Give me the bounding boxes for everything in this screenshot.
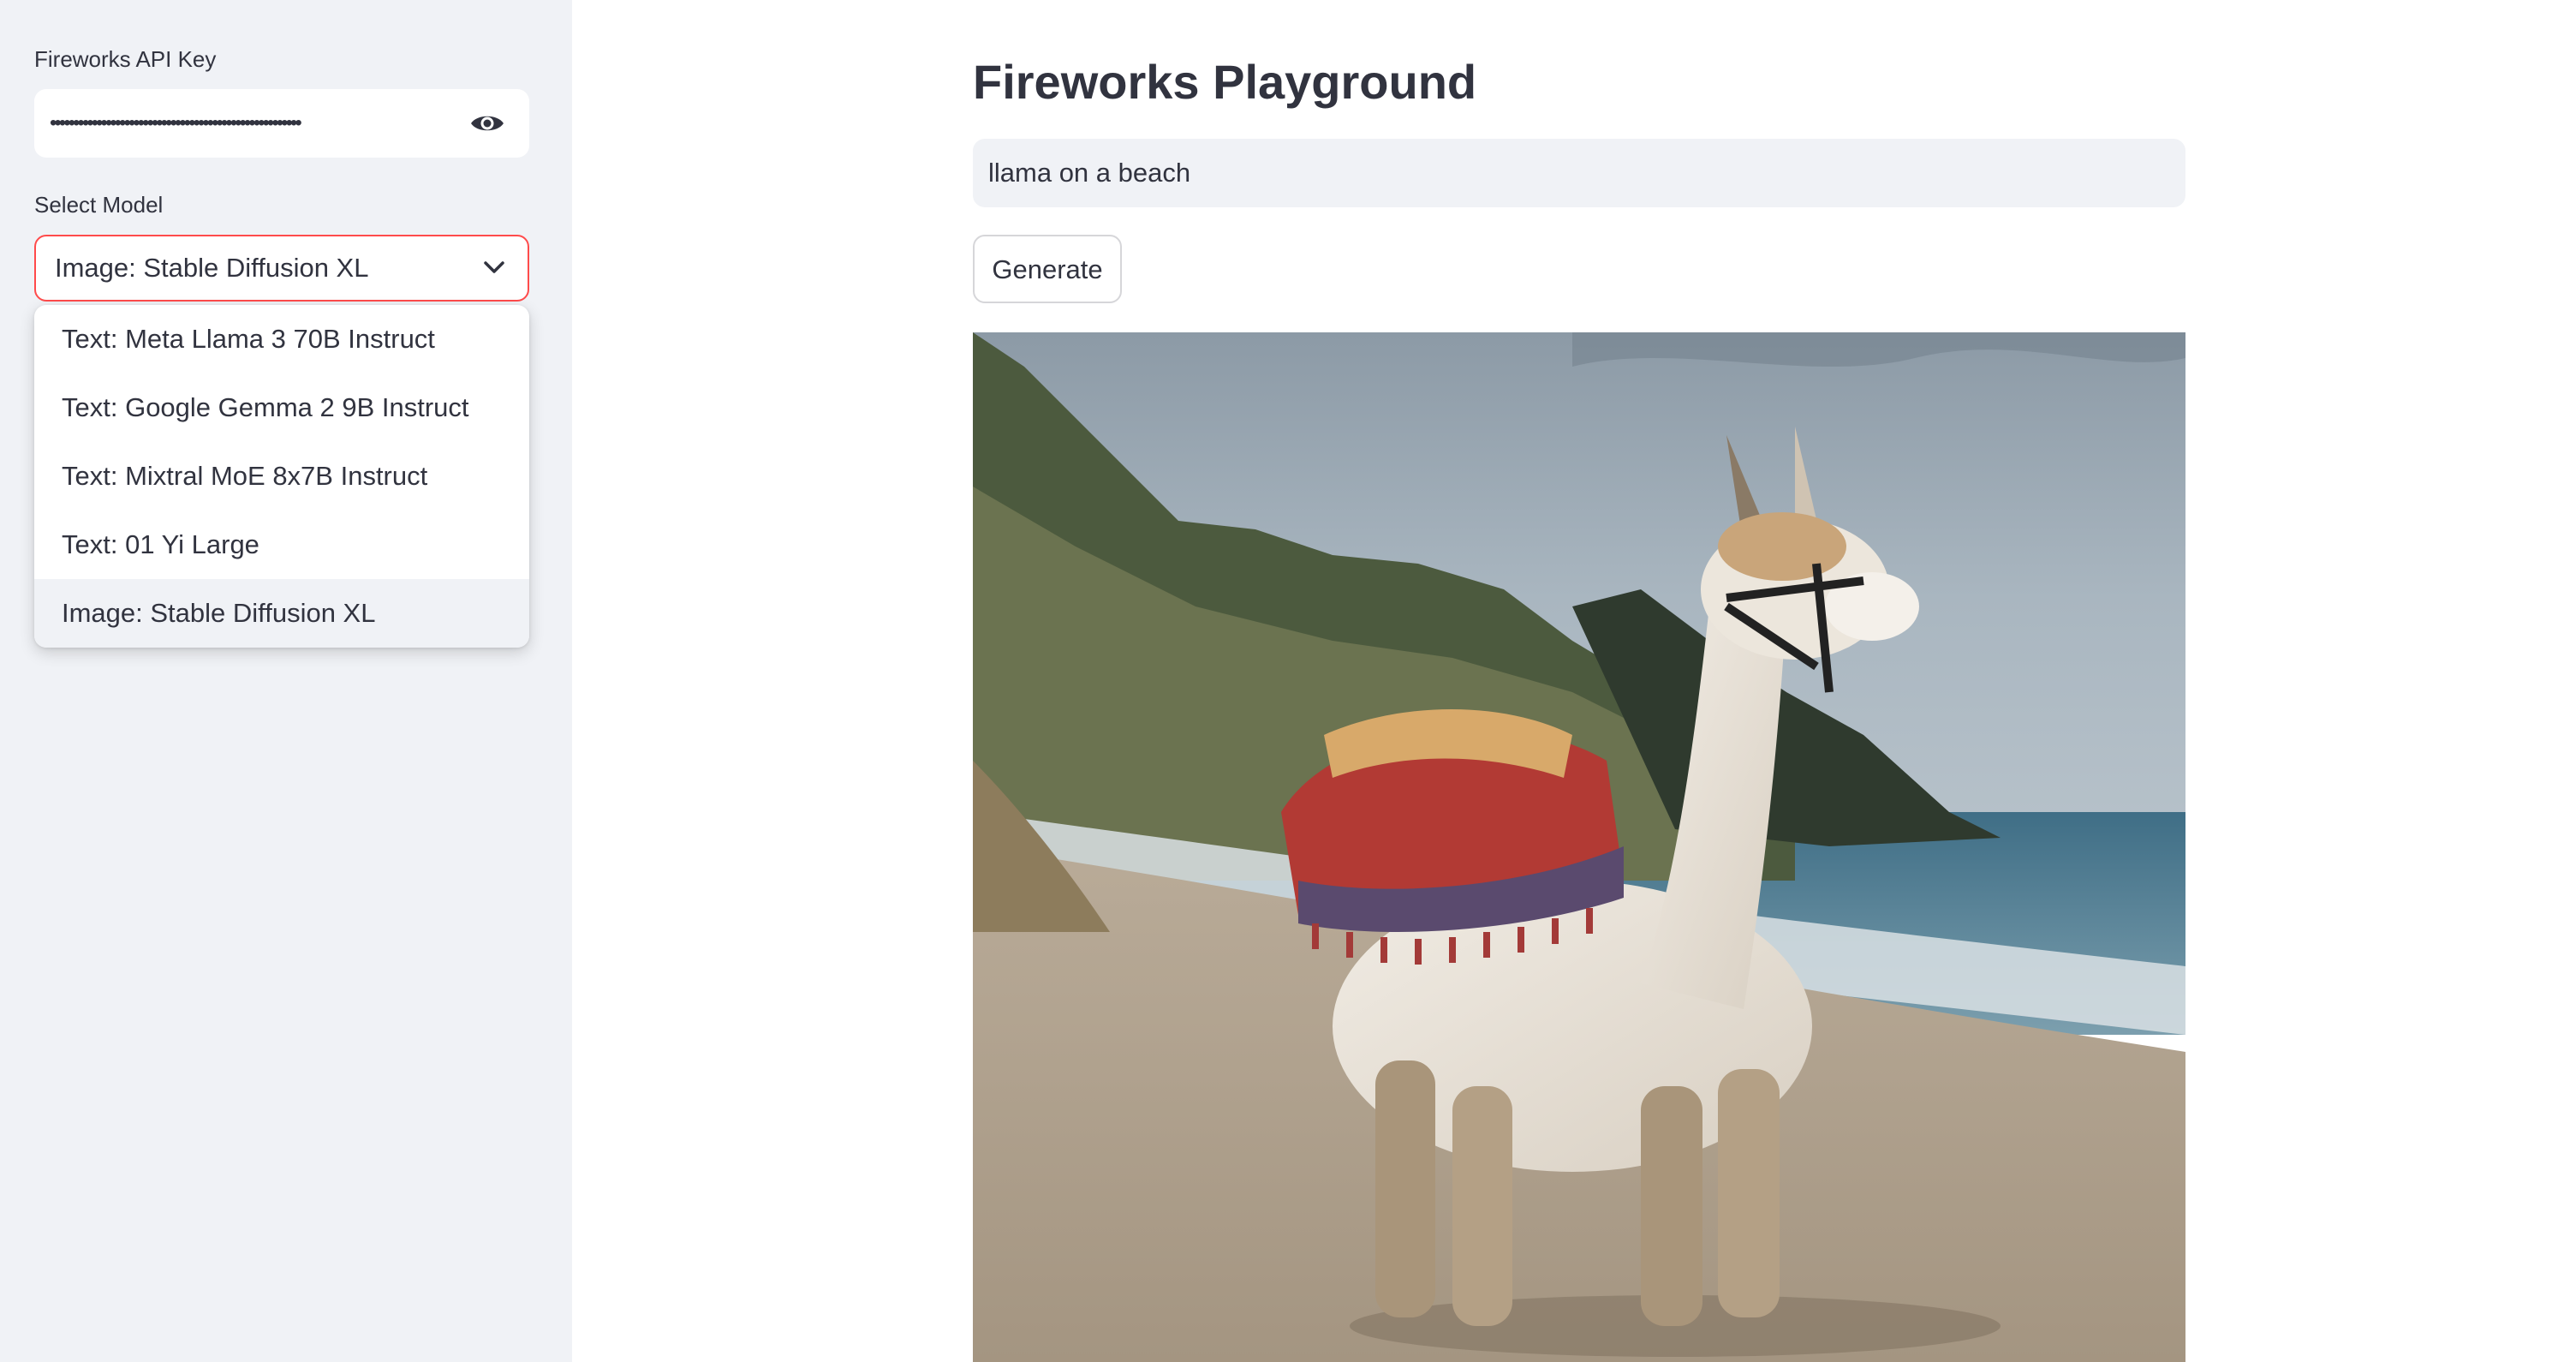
generate-button[interactable]: Generate (973, 235, 1122, 303)
model-dropdown-menu: Text: Meta Llama 3 70B Instruct Text: Go… (34, 305, 529, 648)
sidebar: Fireworks API Key ••••••••••••••••••••••… (0, 0, 572, 1362)
api-key-input[interactable]: ••••••••••••••••••••••••••••••••••••••••… (34, 89, 529, 158)
select-model-label: Select Model (34, 192, 164, 218)
llama-beach-illustration (973, 332, 2185, 1362)
eye-icon[interactable] (469, 111, 505, 135)
app-root: Fireworks API Key ••••••••••••••••••••••… (0, 0, 2576, 1362)
model-option-yi-large[interactable]: Text: 01 Yi Large (34, 511, 529, 579)
model-option-gemma2-9b[interactable]: Text: Google Gemma 2 9B Instruct (34, 373, 529, 442)
model-option-stable-diffusion-xl[interactable]: Image: Stable Diffusion XL (34, 579, 529, 648)
prompt-input-value[interactable]: llama on a beach (988, 139, 1190, 207)
api-key-label: Fireworks API Key (34, 46, 217, 72)
chevron-down-icon[interactable] (483, 259, 505, 276)
model-select[interactable]: Image: Stable Diffusion XL (34, 235, 529, 302)
model-select-value[interactable]: Image: Stable Diffusion XL (55, 236, 368, 300)
api-key-masked-value[interactable]: ••••••••••••••••••••••••••••••••••••••••… (50, 89, 466, 158)
page-title: Fireworks Playground (973, 55, 1477, 109)
generated-image (973, 332, 2185, 1362)
prompt-input[interactable]: llama on a beach (973, 139, 2185, 207)
model-option-llama3-70b[interactable]: Text: Meta Llama 3 70B Instruct (34, 305, 529, 373)
model-option-mixtral-8x7b[interactable]: Text: Mixtral MoE 8x7B Instruct (34, 442, 529, 511)
